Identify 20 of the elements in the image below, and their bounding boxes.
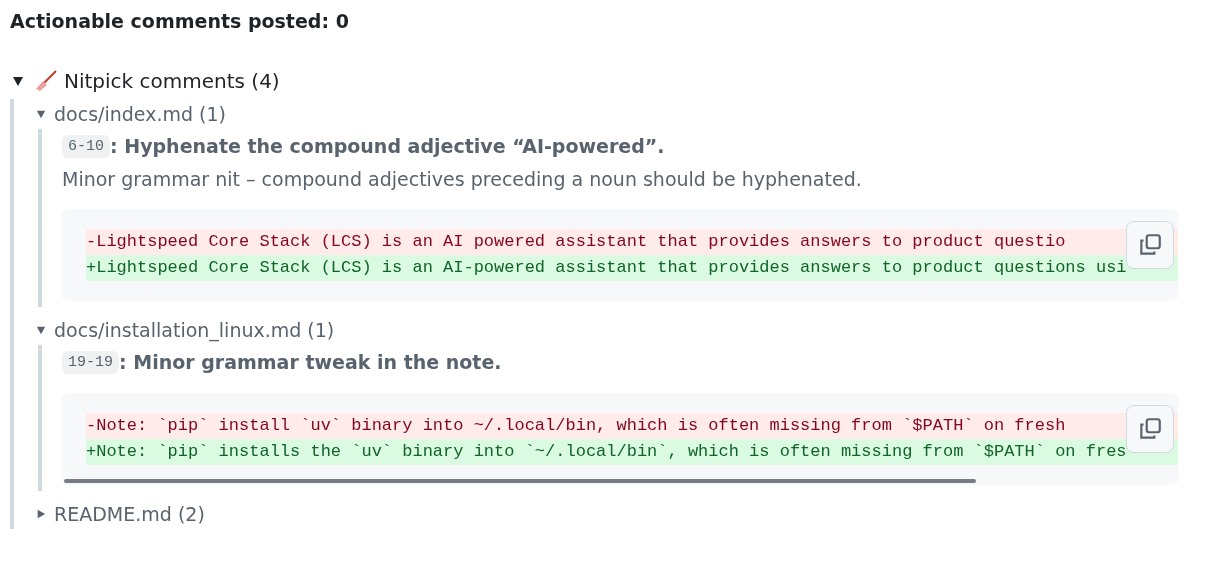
copy-icon — [1137, 416, 1163, 442]
copy-button[interactable] — [1126, 221, 1174, 269]
caret-icon[interactable] — [36, 109, 46, 119]
broom-icon — [34, 69, 58, 93]
comment-title: : Hyphenate the compound adjective “AI-powered”. — [110, 135, 665, 157]
line-range: 19-19 — [62, 350, 119, 374]
section-summary[interactable]: Nitpick comments (4) — [64, 69, 280, 93]
caret-icon[interactable] — [36, 325, 46, 335]
file-summary[interactable]: docs/index.md (1) — [54, 103, 226, 125]
caret-icon[interactable] — [36, 509, 46, 519]
file-summary[interactable]: docs/installation_linux.md (1) — [54, 319, 335, 341]
heading: Actionable comments posted: 0 — [10, 9, 350, 34]
file-summary[interactable]: README.md (2) — [54, 503, 205, 525]
caret-icon[interactable] — [12, 75, 24, 87]
comment-text: Minor grammar nit – compound adjectives preceding a noun should be hyphenated. — [62, 167, 863, 192]
scrollbar[interactable] — [64, 479, 976, 483]
copy-button[interactable] — [1126, 405, 1174, 453]
copy-icon — [1137, 232, 1163, 258]
comment-title: : Minor grammar tweak in the note. — [119, 351, 502, 373]
line-range: 6-10 — [62, 134, 110, 158]
